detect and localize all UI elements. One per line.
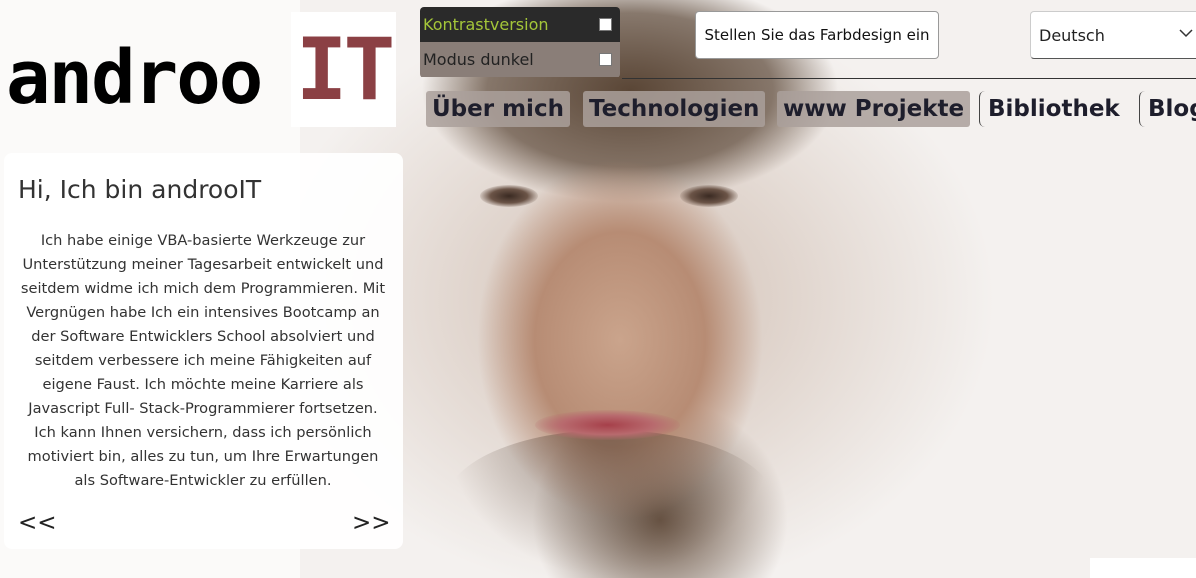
nav-divider: [622, 78, 1196, 79]
next-button[interactable]: >>: [352, 510, 391, 536]
logo-box: IT: [291, 12, 396, 127]
portrait-right-eye: [680, 185, 738, 207]
logo-text: androo: [6, 35, 263, 121]
intro-card: Hi, Ich bin androoIT Ich habe einige VBA…: [4, 153, 403, 549]
nav-item-blog[interactable]: Blog: [1139, 91, 1196, 127]
nav-item-web-projects[interactable]: www Projekte: [777, 91, 971, 127]
contrast-toggle-label: Kontrastversion: [423, 15, 549, 34]
contrast-toggle[interactable]: Kontrastversion: [420, 7, 620, 42]
intro-text: Ich habe einige VBA-basierte Werkzeuge z…: [20, 232, 386, 489]
accessibility-toggles: Kontrastversion Modus dunkel: [420, 7, 620, 78]
language-selected-value: Deutsch: [1039, 25, 1105, 45]
portrait-beard: [445, 430, 775, 578]
portrait-left-eye: [480, 185, 538, 207]
contrast-checkbox[interactable]: [599, 18, 612, 31]
language-select[interactable]: Deutsch: [1030, 11, 1196, 59]
color-design-button[interactable]: Stellen Sie das Farbdesign ein: [695, 11, 939, 59]
intro-title: Hi, Ich bin androoIT: [18, 175, 262, 204]
chevron-down-icon: [1179, 26, 1193, 42]
nav-item-technologies[interactable]: Technologien: [583, 91, 766, 127]
nav-item-about[interactable]: Über mich: [426, 91, 570, 127]
corner-widget: [1090, 558, 1196, 578]
hero-portrait-image: [300, 0, 1196, 578]
dark-mode-toggle[interactable]: Modus dunkel: [420, 42, 620, 77]
logo-highlight: IT: [295, 19, 396, 120]
dark-mode-checkbox[interactable]: [599, 53, 612, 66]
prev-button[interactable]: <<: [18, 510, 57, 536]
portrait-mouth: [535, 410, 680, 440]
nav-item-library[interactable]: Bibliothek: [979, 91, 1126, 127]
dark-mode-toggle-label: Modus dunkel: [423, 50, 534, 69]
